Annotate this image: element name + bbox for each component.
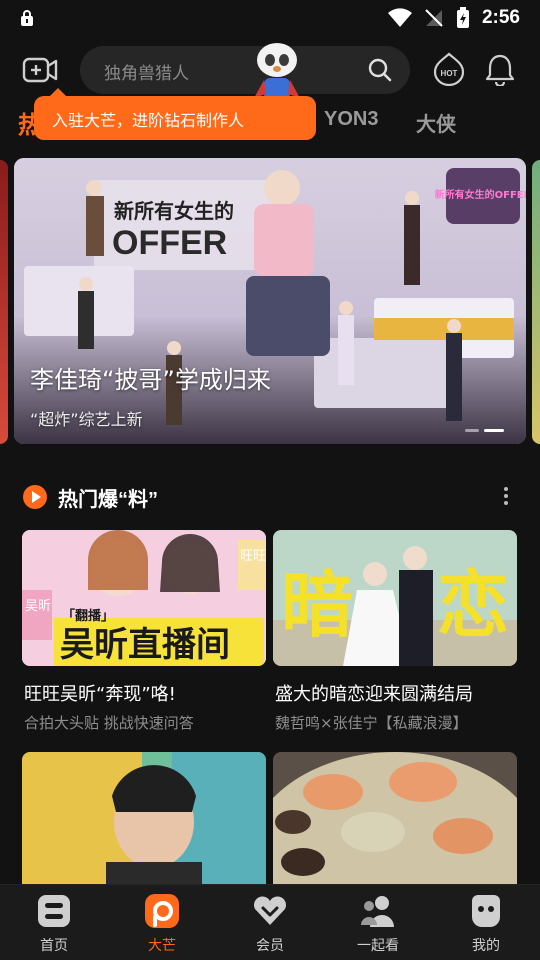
card-thumbnail xyxy=(273,752,517,892)
status-time: 2:56 xyxy=(481,7,520,28)
search-placeholder: 独角兽猎人 xyxy=(104,64,189,84)
section-header: 热门爆“料” xyxy=(0,476,540,516)
tab-daxia[interactable]: 大侠 xyxy=(416,108,456,137)
hero-logo-text: 新所有女生的OFFER xyxy=(435,188,526,201)
more-options-icon[interactable] xyxy=(496,484,516,508)
carousel-prev-peek[interactable] xyxy=(0,160,8,444)
tooltip-text: 入驻大芒，进阶钻石制作人 xyxy=(52,111,245,130)
section-title: 热门爆“料” xyxy=(58,489,158,511)
status-bar: 2:56 xyxy=(0,0,540,36)
card-thumbnail xyxy=(22,752,266,892)
nav-home[interactable]: 首页 xyxy=(14,893,94,957)
profile-icon xyxy=(472,895,500,927)
battery-charging-icon xyxy=(456,7,469,28)
card-thumb-text-right: 恋 xyxy=(437,563,509,647)
hero-banner[interactable]: 新所有女生的 OFFER 新所有女生的OFFER 李佳琦“披哥”学成归来 “超炸… xyxy=(14,158,526,444)
hero-subtitle: “超炸”综艺上新 xyxy=(30,410,143,429)
nav-mango[interactable]: 大芒 xyxy=(122,893,202,957)
home-icon xyxy=(38,895,70,927)
content-card[interactable]: 暗 恋 盛大的暗恋迎来圆满结局 魏哲鸣×张佳宁【私藏浪漫】 xyxy=(273,530,517,732)
tab-yon3[interactable]: YON3 xyxy=(324,108,378,131)
video-camera-icon[interactable] xyxy=(22,54,58,86)
hot-icon[interactable]: HOT xyxy=(432,52,466,86)
creator-tooltip[interactable]: 入驻大芒，进阶钻石制作人 xyxy=(34,88,316,140)
nav-label: 我的 xyxy=(472,938,500,954)
bottom-navigation: 首页 大芒 会员 一起看 我的 xyxy=(0,884,540,960)
carousel-next-peek[interactable] xyxy=(532,160,540,444)
nav-watch-together[interactable]: 一起看 xyxy=(338,893,418,957)
vip-icon xyxy=(254,896,286,925)
search-icon[interactable] xyxy=(368,58,392,82)
nav-profile[interactable]: 我的 xyxy=(446,893,526,957)
card-thumb-side-right: 旺旺 xyxy=(240,549,266,564)
carousel-dot-active xyxy=(484,429,504,432)
hero-poster-text: 新所有女生的 xyxy=(114,199,234,223)
notification-bell-icon[interactable] xyxy=(484,52,516,86)
no-signal-icon xyxy=(425,9,443,27)
card-thumb-text: 吴昕直播间 xyxy=(60,625,230,665)
carousel-indicator xyxy=(465,429,504,432)
content-card[interactable] xyxy=(22,752,266,892)
card-thumb-side-left: 吴昕 xyxy=(25,599,51,614)
card-title: 盛大的暗恋迎来圆满结局 xyxy=(275,684,473,705)
nav-vip[interactable]: 会员 xyxy=(230,893,310,957)
card-thumb-tag: 「翻播」 xyxy=(62,608,114,624)
card-thumbnail: 吴昕直播间 「翻播」 吴昕 旺旺 xyxy=(22,530,266,666)
hot-label: HOT xyxy=(441,69,458,78)
hero-image: 新所有女生的 OFFER 新所有女生的OFFER xyxy=(14,158,526,444)
card-title: 旺旺吴昕“奔现”咯! xyxy=(24,684,176,705)
carousel-dot xyxy=(465,429,479,432)
card-subtitle: 魏哲鸣×张佳宁【私藏浪漫】 xyxy=(275,714,468,732)
nav-label: 首页 xyxy=(40,938,68,954)
content-card[interactable]: 吴昕直播间 「翻播」 吴昕 旺旺 旺旺吴昕“奔现”咯! 合拍大头贴 挑战快速问答 xyxy=(22,530,266,732)
wifi-icon xyxy=(387,8,412,27)
top-bar: 独角兽猎人 HOT xyxy=(0,43,540,112)
card-thumbnail: 暗 恋 xyxy=(273,530,517,666)
hero-poster-offer: OFFER xyxy=(112,224,227,262)
mango-icon xyxy=(145,894,179,928)
search-bar[interactable]: 独角兽猎人 xyxy=(80,46,410,94)
nav-label: 一起看 xyxy=(357,938,399,954)
nav-label: 大芒 xyxy=(148,938,176,954)
hero-title: 李佳琦“披哥”学成归来 xyxy=(30,366,271,394)
watch-together-icon xyxy=(361,896,394,927)
card-thumb-text-left: 暗 xyxy=(281,563,353,647)
nav-label: 会员 xyxy=(256,938,284,954)
content-card[interactable] xyxy=(273,752,517,892)
lock-icon xyxy=(21,10,33,26)
card-subtitle: 合拍大头贴 挑战快速问答 xyxy=(24,714,194,732)
play-badge-icon xyxy=(23,485,47,509)
